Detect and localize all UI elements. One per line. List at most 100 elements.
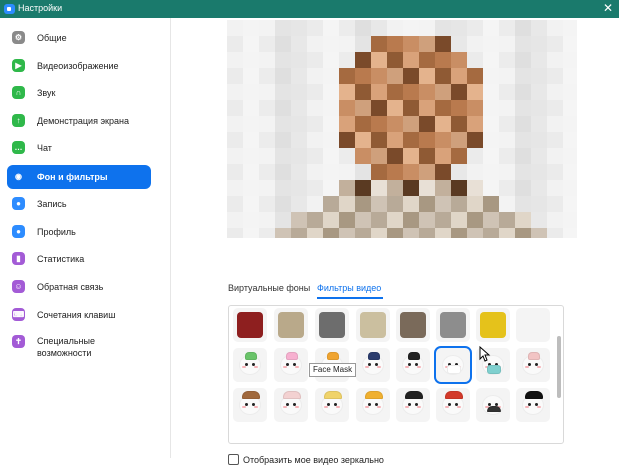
cap-face-filter[interactable] bbox=[356, 348, 390, 382]
gear-icon-glyph: ⚙ bbox=[14, 33, 23, 42]
retro-tv-filter[interactable] bbox=[274, 308, 308, 342]
rainbow-face-filter-accessory-icon bbox=[286, 352, 298, 360]
accessibility-icon: ✝ bbox=[12, 335, 25, 348]
mirror-video-checkbox[interactable] bbox=[228, 454, 239, 465]
screen-share-icon: ↑ bbox=[12, 114, 25, 127]
mustache-face-filter[interactable] bbox=[476, 388, 510, 422]
sunflower-frame-filter-thumbnail bbox=[480, 312, 506, 338]
background-person-icon-glyph: ◉ bbox=[15, 172, 22, 181]
sidebar-item-12[interactable]: ✝ Специальные возможности bbox=[7, 330, 151, 364]
sunflower-frame-filter[interactable] bbox=[476, 308, 510, 342]
graduation-cap-face-filter[interactable] bbox=[396, 388, 430, 422]
camera-frame-filter[interactable] bbox=[315, 308, 349, 342]
sidebar-item-9[interactable]: ▮ Статистика bbox=[7, 247, 151, 271]
detective-face-filter-accessory-icon bbox=[525, 391, 543, 399]
sidebar-item-10[interactable]: ☺ Обратная связь bbox=[7, 275, 151, 299]
plain-face-filter-accessory-icon bbox=[408, 352, 420, 360]
screen-share-icon-glyph: ↑ bbox=[16, 116, 21, 125]
bunny-face-filter-accessory-icon bbox=[283, 391, 301, 399]
sidebar-item-label: Профиль bbox=[37, 227, 76, 237]
vintage-frame-filter[interactable] bbox=[356, 308, 390, 342]
active-tab-indicator bbox=[317, 297, 383, 299]
sidebar-item-label: Специальные возможности bbox=[37, 336, 95, 358]
sidebar-item-7[interactable]: ● Запись bbox=[7, 192, 151, 216]
keyboard-icon: ⌨ bbox=[12, 308, 25, 321]
record-icon: ● bbox=[12, 197, 25, 210]
plain-face-filter[interactable] bbox=[396, 348, 430, 382]
sidebar-item-label: Сочетания клавиш bbox=[37, 310, 116, 320]
camera-frame-filter-thumbnail bbox=[319, 312, 345, 338]
detective-face-filter[interactable] bbox=[516, 388, 550, 422]
headphones-icon-glyph: ∩ bbox=[15, 88, 22, 97]
video-camera-icon-glyph: ▶ bbox=[15, 61, 22, 70]
title-bar: Настройки ✕ bbox=[0, 0, 619, 18]
filters-scrollbar[interactable] bbox=[557, 336, 561, 398]
settings-main: Виртуальные фоны Фильтры видео Отобразит… bbox=[171, 18, 619, 465]
white-mask-face-filter-accessory-icon bbox=[447, 365, 461, 374]
record-icon-glyph: ● bbox=[16, 199, 21, 208]
sidebar-item-label: Демонстрация экрана bbox=[37, 116, 129, 126]
sidebar-item-label: Фон и фильтры bbox=[37, 172, 108, 182]
theater-curtain-filter[interactable] bbox=[233, 308, 267, 342]
filter-tooltip: Face Mask bbox=[309, 363, 357, 377]
accessibility-icon-glyph: ✝ bbox=[15, 337, 22, 346]
keyboard-icon-glyph: ⌨ bbox=[12, 310, 25, 319]
mouse-cursor-icon bbox=[479, 345, 491, 362]
video-camera-icon: ▶ bbox=[12, 59, 25, 72]
profile-icon: ● bbox=[12, 225, 25, 238]
white-mask-face-filter[interactable] bbox=[434, 346, 472, 384]
tab-video-filters[interactable]: Фильтры видео bbox=[317, 283, 381, 293]
zoom-app-icon bbox=[4, 4, 15, 14]
sidebar-item-label: Запись bbox=[37, 199, 67, 209]
pixel-sunglasses-filter[interactable] bbox=[516, 308, 550, 342]
sidebar-item-4[interactable]: ↑ Демонстрация экрана bbox=[7, 109, 151, 133]
gallery-frame-filter[interactable] bbox=[436, 308, 470, 342]
beret-face-filter-accessory-icon bbox=[445, 391, 463, 399]
retro-tv-filter-thumbnail bbox=[278, 312, 304, 338]
mirror-video-label: Отобразить мое видео зеркально bbox=[243, 455, 384, 465]
sidebar-item-6[interactable]: ◉ Фон и фильтры bbox=[7, 165, 151, 189]
sidebar-item-label: Чат bbox=[37, 143, 52, 153]
video-filters-grid bbox=[228, 305, 564, 444]
old-tv-filter-thumbnail bbox=[400, 312, 426, 338]
unicorn-face-filter[interactable] bbox=[315, 388, 349, 422]
sidebar-item-11[interactable]: ⌨ Сочетания клавиш bbox=[7, 303, 151, 327]
rainbow-face-filter[interactable] bbox=[274, 348, 308, 382]
graduation-cap-face-filter-accessory-icon bbox=[405, 391, 423, 399]
gallery-frame-filter-thumbnail bbox=[440, 312, 466, 338]
beret-face-filter[interactable] bbox=[436, 388, 470, 422]
video-preview bbox=[227, 20, 577, 238]
crown-face-filter[interactable] bbox=[356, 388, 390, 422]
sidebar-item-label: Звук bbox=[37, 88, 56, 98]
bunny-face-filter[interactable] bbox=[274, 388, 308, 422]
feedback-icon: ☺ bbox=[12, 280, 25, 293]
mouse-ears-face-filter-accessory-icon bbox=[528, 352, 540, 360]
party-hat-face-filter-accessory-icon bbox=[327, 352, 339, 360]
close-icon[interactable]: ✕ bbox=[603, 1, 613, 15]
sidebar-item-5[interactable]: … Чат bbox=[7, 136, 151, 160]
feedback-icon-glyph: ☺ bbox=[14, 282, 23, 291]
theater-curtain-filter-thumbnail bbox=[237, 312, 263, 338]
gear-icon: ⚙ bbox=[12, 31, 25, 44]
old-tv-filter[interactable] bbox=[396, 308, 430, 342]
tab-virtual-backgrounds[interactable]: Виртуальные фоны bbox=[228, 283, 310, 293]
sidebar-item-label: Видеоизображение bbox=[37, 61, 119, 71]
vintage-frame-filter-thumbnail bbox=[360, 312, 386, 338]
mustache-face-filter-accessory-icon bbox=[487, 406, 501, 412]
sidebar-item-8[interactable]: ● Профиль bbox=[7, 220, 151, 244]
unicorn-face-filter-accessory-icon bbox=[324, 391, 342, 399]
profile-icon-glyph: ● bbox=[16, 227, 21, 236]
reindeer-face-filter-accessory-icon bbox=[242, 391, 260, 399]
reindeer-face-filter[interactable] bbox=[233, 388, 267, 422]
sidebar-item-1[interactable]: ⚙ Общие bbox=[7, 26, 151, 50]
sprout-face-filter[interactable] bbox=[233, 348, 267, 382]
sidebar-item-label: Общие bbox=[37, 33, 67, 43]
mouse-ears-face-filter[interactable] bbox=[516, 348, 550, 382]
crown-face-filter-accessory-icon bbox=[365, 391, 383, 399]
sprout-face-filter-accessory-icon bbox=[245, 352, 257, 360]
chat-bubble-icon-glyph: … bbox=[14, 143, 23, 152]
sidebar-item-label: Статистика bbox=[37, 254, 85, 264]
pixel-sunglasses-filter-thumbnail bbox=[520, 312, 546, 338]
sidebar-item-2[interactable]: ▶ Видеоизображение bbox=[7, 54, 151, 78]
sidebar-item-3[interactable]: ∩ Звук bbox=[7, 81, 151, 105]
